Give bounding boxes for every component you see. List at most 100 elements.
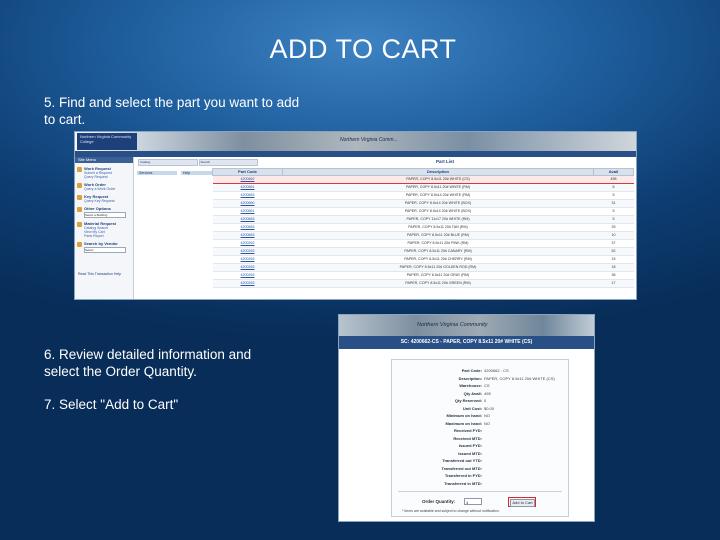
table-row[interactable]: 4200263 PAPER, COPY 8.5x11 20# GRAY (RM) 3…: [212, 271, 634, 280]
building-select[interactable]: Select a Building: [84, 212, 126, 218]
part-code-link[interactable]: 4200263: [212, 247, 283, 256]
part-avail: 18: [593, 263, 634, 272]
sidebar-item-key-request[interactable]: Key Request Query Key Request: [75, 194, 133, 203]
table-row[interactable]: 4200663 PAPER, COPY 8.5x14 20# WHITE (RM)…: [212, 191, 634, 200]
part-code-link[interactable]: 4200263: [212, 279, 283, 288]
detail-row: Issued MTD:: [392, 451, 568, 457]
column-header-avail[interactable]: Avail: [593, 168, 634, 176]
folder-icon: [77, 167, 82, 172]
table-row[interactable]: 4200661 PAPER, COPY 8.5x14 20# WHITE (BOX…: [212, 207, 634, 216]
detail-value: NO: [484, 420, 490, 426]
detail-row: Transferred in MTD:: [392, 481, 568, 487]
column-header-description[interactable]: Description: [282, 168, 594, 176]
part-list-title: Part List: [436, 159, 455, 164]
detail-row: Issued FYD:: [392, 443, 568, 449]
table-row[interactable]: 4200262 PAPER, COPY 8.5x11 20# PINK (RM) 3…: [212, 239, 634, 248]
detail-label: Unit Cost:: [462, 405, 482, 411]
detail-row: Transferred out MTD:: [392, 466, 568, 472]
availability-note: * Items are available and subject to cha…: [402, 509, 500, 513]
sidebar-link[interactable]: Query a Work Order: [84, 187, 133, 191]
table-row[interactable]: 4200263 PAPER, COPY 8.5x11 20# CANARY (RM…: [212, 247, 634, 256]
detail-label: Warehouse:: [459, 383, 482, 388]
part-description: PAPER, COPY 8.5x11 20# PINK (RM): [282, 239, 594, 248]
part-code-link[interactable]: 4200661: [212, 207, 283, 216]
page-title: ADD TO CART: [269, 34, 457, 64]
table-row[interactable]: 4200660 PAPER, COPY 8.5x14 20# WHITE (BOX…: [212, 199, 634, 208]
sidebar-item-material-request[interactable]: Material Request Catalog Search View My …: [75, 221, 133, 238]
sidebar-item-work-request[interactable]: Work Request Submit a Request Query Requ…: [75, 166, 133, 179]
detail-row: Qty Avail: 495: [392, 391, 568, 397]
part-code-link[interactable]: 4200663: [212, 191, 283, 200]
part-detail-screenshot: Northern Virginia Community SC: 4200662-…: [338, 314, 595, 522]
add-to-cart-button[interactable]: Add to Cart: [510, 499, 535, 507]
part-description: PAPER, COPY 8.5x11 20# CANARY (RM): [282, 247, 594, 256]
detail-label: Qty Reserved:: [454, 398, 482, 403]
part-code-link[interactable]: 4200660: [212, 199, 283, 208]
table-row[interactable]: 4200663 PAPER, COPY 8.5x11 20# TAN (RM) 25: [212, 223, 634, 232]
table-row[interactable]: 4200661 PAPER, COPY 8.5x11 20# WHITE (RM)…: [212, 183, 634, 192]
part-code-link[interactable]: 4200263: [212, 255, 283, 264]
detail-value: 495: [484, 390, 491, 396]
part-code-link[interactable]: 4200262: [212, 239, 283, 248]
detail-label: Transferred out YTD:: [442, 458, 482, 463]
part-detail-panel: Part Code: 4200662 - CS Description: PAPER,…: [391, 359, 569, 517]
table-row[interactable]: 4200663 PAPER, COPY 11x17 20# WHITE (RM) 5: [212, 215, 634, 224]
part-avail: 15: [593, 255, 634, 264]
part-code-link[interactable]: 4200263: [212, 263, 283, 272]
banner-site-title: Northern Virginia Community: [417, 322, 488, 328]
folder-icon: [77, 242, 82, 247]
sidebar-item-work-order[interactable]: Work Order Query a Work Order: [75, 182, 133, 191]
table-row[interactable]: 4200663 PAPER, COPY 8.5x11 20# BLUE (RM) 1…: [212, 231, 634, 240]
column-header-part-code[interactable]: Part Code: [212, 168, 283, 176]
tab-search[interactable]: Search: [198, 159, 258, 166]
tab-catalog[interactable]: Catalog: [138, 159, 198, 166]
detail-label: Maximum on hand:: [445, 420, 482, 426]
part-code-link[interactable]: 4200663: [212, 215, 283, 224]
sidebar-item-other-options[interactable]: Other Options Select a Building: [75, 206, 133, 218]
part-code-link[interactable]: 4200661: [212, 183, 283, 192]
detail-row: Warehouse: CS: [392, 383, 568, 389]
part-avail: 5: [593, 215, 634, 224]
detail-value: $0.00: [484, 405, 495, 411]
sidebar-link[interactable]: Parts Report: [84, 234, 133, 238]
detail-row: Received FYD:: [392, 428, 568, 434]
part-list-screenshot: Northern Virginia Community College Nort…: [74, 131, 637, 300]
part-code-link[interactable]: 4200263: [212, 271, 283, 280]
detail-value: CS: [484, 383, 490, 388]
sidebar-item-search-vendor[interactable]: Search by Vendor Select: [75, 241, 133, 253]
detail-label: Received MTD:: [453, 435, 482, 441]
detail-row: Description: PAPER, COPY 8.5x11 20# WHITE…: [392, 376, 568, 382]
site-banner: Northern Virginia Community: [339, 315, 594, 336]
nav-services[interactable]: Services: [137, 171, 177, 175]
part-description: PAPER, COPY 8.5x11 20# BLUE (RM): [282, 231, 594, 240]
detail-row: Transferred in FYD:: [392, 473, 568, 479]
part-description: PAPER, COPY 8.5x11 20# TAN (RM): [282, 223, 594, 232]
part-code-link[interactable]: 4200663: [212, 231, 283, 240]
detail-label: Transferred in FYD:: [444, 473, 482, 478]
folder-icon: [77, 183, 82, 188]
part-description: PAPER, COPY 8.5x14 20# WHITE (RM): [282, 191, 594, 200]
detail-row: Received MTD:: [392, 436, 568, 442]
top-nav: Home Services Help: [75, 151, 636, 175]
part-avail: 5: [593, 191, 634, 200]
part-description: PAPER, COPY 8.5x11 20# WHITE (RM): [282, 183, 594, 192]
part-description: PAPER, COPY 11x17 20# WHITE (RM): [282, 215, 594, 224]
table-row[interactable]: 4200263 PAPER, COPY 8.5x11 20# GOLDEN ROD…: [212, 263, 634, 272]
detail-label: Transferred in MTD:: [444, 480, 482, 486]
part-avail: 36: [593, 271, 634, 280]
table-row[interactable]: 4200263 PAPER, COPY 8.5x11 20# GREEN (RM)…: [212, 279, 634, 288]
part-code-link[interactable]: 4200662: [212, 175, 283, 184]
help-link[interactable]: Read This Transaction Help: [78, 272, 121, 276]
vendor-select[interactable]: Select: [84, 247, 126, 253]
order-quantity-label: Order Quantity:: [422, 499, 456, 504]
detail-value: 0: [484, 398, 487, 403]
sidebar-link[interactable]: Query Request: [84, 175, 133, 179]
order-quantity-input[interactable]: 1: [464, 498, 482, 505]
part-code-link[interactable]: 4200663: [212, 223, 283, 232]
detail-value: NO: [484, 413, 490, 418]
detail-label: Part Code:: [461, 368, 482, 373]
sidebar-link[interactable]: Query Key Request: [84, 199, 133, 203]
table-row[interactable]: 4200662 PAPER, COPY 8.5x11 20# WHITE (CS)…: [212, 175, 634, 184]
table-row[interactable]: 4200263 PAPER, COPY 8.5x11 20# CHERRY (RM…: [212, 255, 634, 264]
key-icon: [77, 195, 82, 200]
